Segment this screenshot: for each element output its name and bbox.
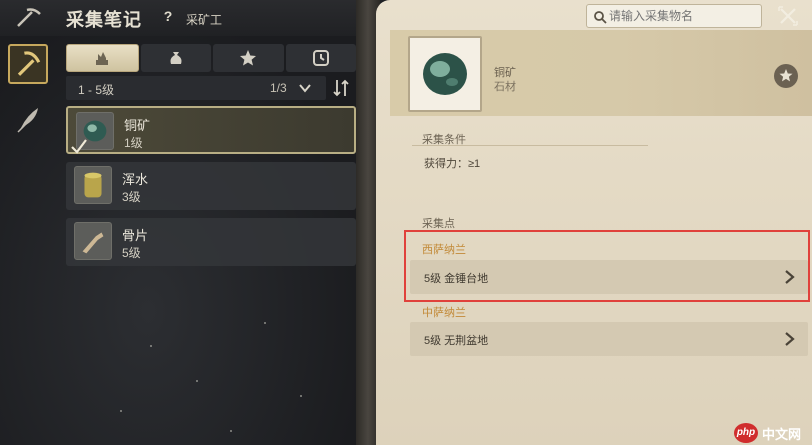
star-sparkle [264, 322, 266, 324]
clock-icon [312, 50, 329, 66]
level-range-label: 1 - 5级 [78, 83, 115, 97]
mining-icon [96, 52, 109, 65]
location-text: 5级 无荆盆地 [424, 335, 489, 347]
star-icon [240, 50, 257, 66]
location-row[interactable]: 5级 无荆盆地 [410, 322, 808, 356]
search-box[interactable] [586, 4, 762, 28]
list-item[interactable]: 骨片 5级 [66, 218, 356, 266]
help-icon[interactable]: ? [160, 8, 176, 24]
page-title: 采集笔记 [66, 10, 142, 30]
star-icon [779, 69, 793, 82]
star-sparkle [196, 380, 198, 382]
category-tabs [66, 44, 356, 72]
region-name: 中萨纳兰 [422, 307, 466, 319]
level-filter-dropdown[interactable]: 1 - 5级 1/3 [66, 76, 326, 100]
search-icon [594, 11, 607, 24]
sort-icon[interactable] [332, 78, 350, 98]
list-item[interactable]: 铜矿 1级 [66, 106, 356, 154]
star-sparkle [230, 430, 232, 432]
item-level: 5级 [122, 246, 141, 260]
item-level: 3级 [122, 190, 141, 204]
tab-mining[interactable] [66, 44, 139, 72]
detail-ore-image [408, 36, 482, 112]
chevron-right-icon [785, 332, 795, 346]
pickaxe-icon [17, 51, 41, 76]
close-icon[interactable] [776, 4, 800, 28]
search-input[interactable] [609, 7, 757, 25]
star-sparkle [120, 410, 122, 412]
tab-bag[interactable] [140, 44, 211, 72]
list-item[interactable]: 浑水 3级 [66, 162, 356, 210]
feather-icon[interactable] [14, 104, 44, 134]
star-sparkle [150, 345, 152, 347]
item-name: 浑水 [122, 172, 149, 187]
bag-icon [170, 52, 182, 64]
bone-fragment-icon [74, 222, 112, 260]
profession-label: 采矿工 [186, 13, 223, 27]
mining-tool-button[interactable] [8, 44, 48, 84]
check-icon [71, 139, 87, 154]
muddy-water-icon [74, 166, 112, 204]
item-level: 1级 [124, 136, 143, 150]
chevron-down-icon [299, 84, 311, 93]
condition-text: 获得力：≥1 [424, 158, 481, 170]
detail-item-type: 石材 [494, 81, 516, 93]
watermark-text: 中文网 [762, 427, 802, 442]
highlight-box [404, 230, 810, 302]
watermark-logo: php [734, 423, 758, 443]
tab-favorites[interactable] [213, 44, 284, 72]
page-indicator: 1/3 [270, 81, 287, 95]
points-section-title: 采集点 [422, 218, 455, 230]
tab-timed[interactable] [285, 44, 356, 72]
item-name: 铜矿 [124, 118, 151, 133]
star-sparkle [300, 395, 302, 397]
copper-ore-icon [423, 53, 467, 95]
favorite-star-button[interactable] [774, 64, 798, 88]
divider [412, 145, 648, 146]
top-header: 采集笔记 ? 采矿工 [0, 0, 370, 36]
tool-logo-icon [17, 8, 41, 27]
item-name: 骨片 [122, 228, 149, 243]
